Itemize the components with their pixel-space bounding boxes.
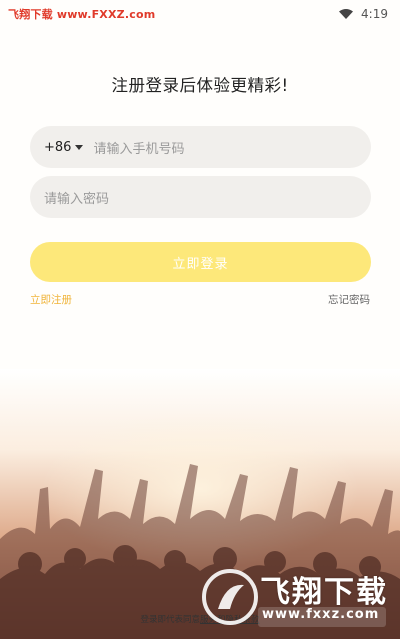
logo-title: 飞翔下载 — [260, 575, 388, 610]
country-code-selector[interactable]: +86 — [44, 139, 84, 155]
register-link[interactable]: 立即注册 — [30, 292, 72, 307]
country-code-label: +86 — [44, 139, 72, 155]
site-logo-watermark: 飞翔下载 www.fxxz.com — [200, 563, 390, 633]
phone-number-field[interactable]: +86 请输入手机号码 — [30, 126, 371, 168]
dropdown-caret-icon — [75, 144, 84, 150]
status-indicators: 4:19 — [339, 7, 388, 21]
password-field[interactable]: 请输入密码 — [30, 176, 371, 218]
status-bar: 飞翔下载 www.FXXZ.com 4:19 — [0, 0, 400, 28]
forgot-password-link[interactable]: 忘记密码 — [328, 292, 370, 307]
password-placeholder: 请输入密码 — [44, 191, 110, 207]
phone-placeholder: 请输入手机号码 — [93, 141, 185, 157]
login-button[interactable]: 立即登录 — [30, 242, 371, 282]
page-headline: 注册登录后体验更精彩! — [111, 76, 289, 95]
watermark-text: 飞翔下载 www.FXXZ.com — [8, 8, 156, 21]
agreement-prefix: 登录即代表同意 — [140, 615, 200, 625]
wifi-icon — [339, 9, 354, 19]
clock-time: 4:19 — [361, 7, 388, 21]
logo-url: www.fxxz.com — [262, 607, 380, 622]
